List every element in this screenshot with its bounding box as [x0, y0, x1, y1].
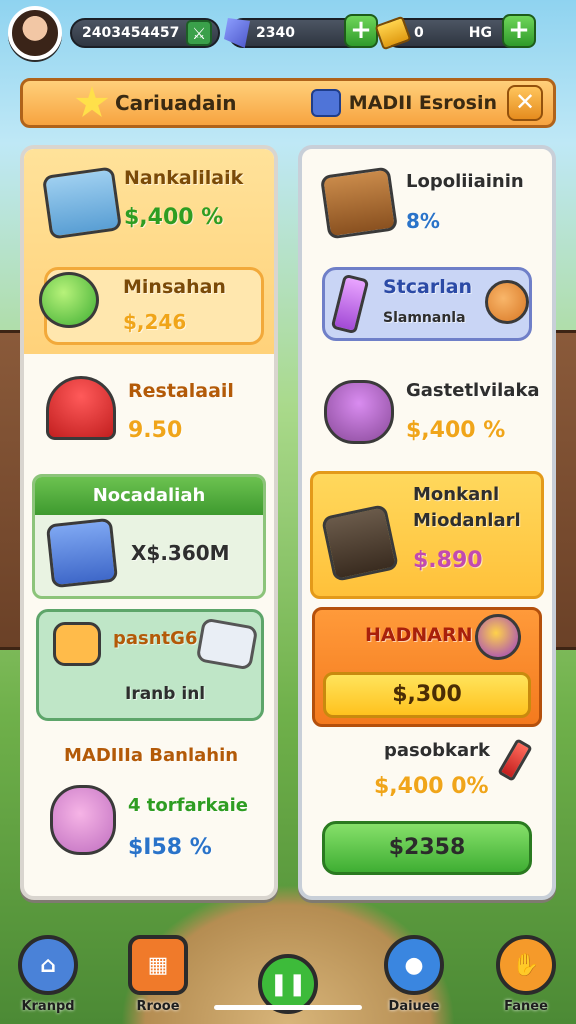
- shop-item-card[interactable]: pasobkark $,400 0% $2358: [302, 734, 552, 896]
- tablet-icon: [320, 503, 400, 583]
- tv-icon: [310, 89, 341, 117]
- item-title: Monkanl: [413, 484, 500, 505]
- item-title: pasntG6: [113, 628, 198, 649]
- pencil-icon: [497, 738, 533, 782]
- nav-label: Kranpd: [21, 999, 75, 1014]
- item-price: 8%: [406, 209, 440, 233]
- book-icon: [45, 517, 119, 589]
- item-title: MADIIIa Banlahin: [64, 745, 239, 766]
- resource-bar: 2403454457 ⚔ 2340 + 0 HG +: [8, 6, 568, 60]
- star-icon: [75, 86, 109, 117]
- shop-item-card[interactable]: Restalaail 9.50: [24, 354, 274, 469]
- mushroom-icon: [46, 376, 116, 440]
- item-subtitle: Iranb inl: [125, 684, 206, 704]
- buy-button[interactable]: $,300: [323, 672, 531, 718]
- shop-item-card[interactable]: Minsahan $,246: [39, 267, 264, 345]
- right-shop-panel: Lopoliiainin 8% Stcarlan Slamnanla Gaste…: [298, 145, 556, 900]
- item-price: X$.360M: [131, 541, 230, 565]
- shop-item-card[interactable]: Monkanl Miodanlarl $.890: [310, 471, 544, 599]
- gold-count: 0: [414, 25, 424, 41]
- gold-bar-icon: [374, 15, 412, 51]
- shop-item-card[interactable]: pasntG6 Iranb inl: [36, 609, 264, 721]
- laptop-icon: [195, 617, 259, 671]
- shop-item-card[interactable]: Lopoliiainin 8%: [302, 149, 552, 259]
- nav-label: Fanee: [504, 999, 548, 1014]
- item-price: $,400 %: [124, 205, 224, 230]
- shop-item-card[interactable]: Nankalilaik $,400 % Minsahan $,246: [24, 149, 274, 354]
- item-price: $I58 %: [128, 835, 212, 860]
- cookie-icon: [485, 280, 529, 324]
- item-price: $.890: [413, 548, 483, 573]
- item-price: 9.50: [128, 418, 183, 443]
- left-shop-panel: Nankalilaik $,400 % Minsahan $,246 Resta…: [20, 145, 278, 900]
- item-title: Nankalilaik: [124, 167, 244, 189]
- left-title: Cariuadain: [115, 91, 237, 115]
- item-price: $,246: [123, 310, 187, 334]
- pet-icon: [50, 785, 116, 855]
- right-title: MADII Esrosin: [348, 92, 497, 114]
- home-indicator[interactable]: [214, 1005, 362, 1010]
- item-title: Minsahan: [123, 276, 226, 298]
- chest-icon: [319, 166, 399, 240]
- emoji-icon: [53, 622, 101, 666]
- home-icon: ⌂: [18, 935, 78, 995]
- nav-item-pets[interactable]: ● Daiuee: [374, 935, 454, 1014]
- player-id-pill: 2403454457 ⚔: [70, 18, 220, 48]
- add-gems-button[interactable]: +: [344, 14, 378, 48]
- shop-icon: ▦: [128, 935, 188, 995]
- shop-title-bar: Cariuadain MADII Esrosin ✕: [20, 78, 556, 128]
- shop-item-card[interactable]: Nocadaliah X$.360M: [32, 474, 266, 599]
- shop-item-card[interactable]: Gastetlvilaka $,400 %: [302, 354, 552, 469]
- nav-label: Daiuee: [388, 999, 440, 1014]
- gold-extra: HG: [468, 25, 492, 41]
- nav-item-shop[interactable]: ▦ Rrooe: [118, 935, 198, 1014]
- nav-item-more[interactable]: ✋ Fanee: [486, 935, 566, 1014]
- nav-label: Rrooe: [136, 999, 180, 1014]
- player-avatar[interactable]: [8, 6, 62, 60]
- shop-item-card[interactable]: MADIIIa Banlahin 4 torfarkaie $I58 %: [24, 729, 274, 896]
- slime-icon: [39, 272, 99, 328]
- nav-item-home[interactable]: ⌂ Kranpd: [8, 935, 88, 1014]
- item-price: $,400 %: [406, 418, 506, 443]
- crystal-icon: [330, 273, 370, 335]
- food-bowl-icon: [324, 380, 394, 444]
- pet-icon: ●: [384, 935, 444, 995]
- shop-item-card[interactable]: Stcarlan Slamnanla: [322, 267, 532, 341]
- scroll-box-icon: [41, 166, 123, 240]
- gem-icon: [224, 18, 250, 48]
- buy-button[interactable]: $2358: [322, 821, 532, 875]
- item-subtitle: Slamnanla: [383, 310, 466, 326]
- item-subtitle: 4 torfarkaie: [128, 795, 248, 816]
- item-title: Restalaail: [128, 380, 234, 402]
- shop-item-card[interactable]: HADNARN $,300: [312, 607, 542, 727]
- close-button[interactable]: ✕: [507, 85, 543, 121]
- hand-icon: ✋: [496, 935, 556, 995]
- item-title: pasobkark: [384, 740, 490, 761]
- player-id: 2403454457: [82, 25, 180, 41]
- item-title: Stcarlan: [383, 276, 473, 298]
- item-title: Lopoliiainin: [406, 171, 524, 192]
- item-title: Gastetlvilaka: [406, 380, 540, 401]
- add-gold-button[interactable]: +: [502, 14, 536, 48]
- gems-pill: 2340 +: [224, 14, 378, 48]
- item-price: $,400 0%: [374, 774, 489, 799]
- item-subtitle: Miodanlarl: [413, 510, 521, 531]
- orb-icon: [475, 614, 521, 660]
- bottom-nav: ⌂ Kranpd ▦ Rrooe ❚❚ ● Daiuee ✋ Fanee: [0, 920, 576, 1024]
- sword-icon[interactable]: ⚔: [186, 20, 212, 46]
- item-title: Nocadaliah: [35, 477, 263, 515]
- item-title: HADNARN: [365, 624, 473, 646]
- gold-pill: 0 HG +: [374, 14, 536, 51]
